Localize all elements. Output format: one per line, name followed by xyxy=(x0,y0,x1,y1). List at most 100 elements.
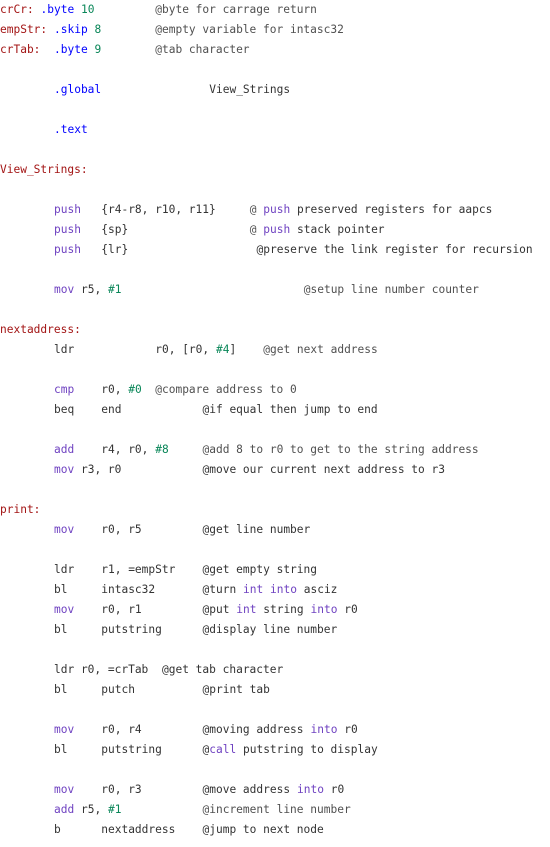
code-token: @empty variable for intasc32 xyxy=(155,23,344,36)
code-line: bl putstring @display line number xyxy=(0,620,550,640)
code-token: @add 8 to r0 to get to the string addres… xyxy=(202,443,479,456)
code-line: b nextaddress @jump to next node xyxy=(0,820,550,840)
code-token: mov xyxy=(54,723,75,736)
code-token: @preserve the link register for recursio… xyxy=(256,243,533,256)
code-token: into xyxy=(297,783,324,796)
code-line: crCr: .byte 10 @byte for carrage return xyxy=(0,0,550,20)
code-token: r3, r0 xyxy=(74,463,122,476)
code-token: 9 xyxy=(94,43,102,56)
code-token: ] xyxy=(229,343,237,356)
code-token: @get tab character xyxy=(162,663,284,676)
code-token: .skip xyxy=(54,23,88,36)
code-token: r0, xyxy=(101,383,129,396)
code-token: mov xyxy=(54,603,75,616)
code-line: View_Strings: xyxy=(0,160,550,180)
code-token: @move our current next address to r3 xyxy=(202,463,445,476)
code-token: r0, r3 xyxy=(101,783,142,796)
code-token: @ xyxy=(249,203,264,216)
code-token: push xyxy=(263,203,291,216)
code-line: crTab: .byte 9 @tab character xyxy=(0,40,550,60)
code-token: ldr xyxy=(54,343,75,356)
code-token: @setup line number counter xyxy=(303,283,479,296)
code-token: @print tab xyxy=(202,683,270,696)
code-token: r0 xyxy=(337,603,358,616)
code-token: .byte xyxy=(40,3,75,16)
code-token: .global xyxy=(54,83,102,96)
code-token: putstring to display xyxy=(236,743,378,756)
code-token: push xyxy=(54,203,81,216)
code-token: r0, r1 xyxy=(101,603,142,616)
code-token: add xyxy=(54,803,75,816)
code-token: bl xyxy=(54,623,68,636)
code-line: bl putstring @ call putstring to display xyxy=(0,740,550,760)
code-line: nextaddress: xyxy=(0,320,550,340)
code-token: r0 xyxy=(337,723,358,736)
code-token: bl xyxy=(54,743,68,756)
code-token: mov xyxy=(54,463,75,476)
code-line: cmp r0, #0 @compare address to 0 xyxy=(0,380,550,400)
code-token: @move address xyxy=(202,783,297,796)
code-token: @tab character xyxy=(155,43,250,56)
code-token: putstring xyxy=(101,743,162,756)
code-line: push {sp} @ push stack pointer xyxy=(0,220,550,240)
code-token: r1, =empStr xyxy=(101,563,176,576)
code-token: into xyxy=(310,723,338,736)
code-line: add r5, #1 @increment line number xyxy=(0,800,550,820)
code-token: #1 xyxy=(108,283,122,296)
code-token: mov xyxy=(54,783,75,796)
code-token: int xyxy=(243,583,264,596)
code-token: .byte xyxy=(54,43,88,56)
code-token: ldr r0, =crTab xyxy=(54,663,149,676)
code-token: cmp xyxy=(54,383,75,396)
code-token: .text xyxy=(54,123,88,136)
code-token: @display line number xyxy=(202,623,338,636)
code-token: bl xyxy=(54,583,68,596)
code-token: add xyxy=(54,443,75,456)
code-line: .global View_Strings xyxy=(0,80,550,100)
code-token: @ xyxy=(202,743,210,756)
code-token: 8 xyxy=(94,23,102,36)
code-line: print: xyxy=(0,500,550,520)
code-token: ldr xyxy=(54,563,75,576)
code-line: bl putch @print tab xyxy=(0,680,550,700)
code-token: push xyxy=(263,223,291,236)
code-token: intasc32 xyxy=(101,583,156,596)
code-token: @if equal then jump to end xyxy=(202,403,378,416)
code-token: bl xyxy=(54,683,68,696)
code-token: preserved registers for aapcs xyxy=(290,203,493,216)
code-token: @ xyxy=(249,223,264,236)
code-token: #0 xyxy=(128,383,142,396)
code-token: #1 xyxy=(108,803,122,816)
code-token: putch xyxy=(101,683,135,696)
code-line: ldr r0, [r0, #4] @get next address xyxy=(0,340,550,360)
code-line: mov r0, r3 @move address into r0 xyxy=(0,780,550,800)
code-token: View_Strings xyxy=(209,83,291,96)
code-line: .text xyxy=(0,120,550,140)
code-token: @get line number xyxy=(202,523,311,536)
code-token: crTab: xyxy=(0,43,41,56)
code-token: View_Strings: xyxy=(0,163,88,176)
code-line: ldr r0, =crTab @get tab character xyxy=(0,660,550,680)
code-token: beq xyxy=(54,403,75,416)
code-line: beq end @if equal then jump to end xyxy=(0,400,550,420)
code-line: mov r0, r5 @get line number xyxy=(0,520,550,540)
code-token: putstring xyxy=(101,623,162,636)
code-editor[interactable]: crCr: .byte 10 @byte for carrage return empS… xyxy=(0,0,550,847)
code-token: {r4-r8, r10, r11} xyxy=(101,203,216,216)
code-token: nextaddress xyxy=(101,823,176,836)
code-token: r0 xyxy=(324,783,345,796)
code-token: print: xyxy=(0,503,41,516)
code-token: @jump to next node xyxy=(202,823,324,836)
code-token: r5, xyxy=(74,803,108,816)
code-line: bl intasc32 @turn int into asciz xyxy=(0,580,550,600)
code-token: mov xyxy=(54,523,75,536)
code-token: empStr: xyxy=(0,23,48,36)
